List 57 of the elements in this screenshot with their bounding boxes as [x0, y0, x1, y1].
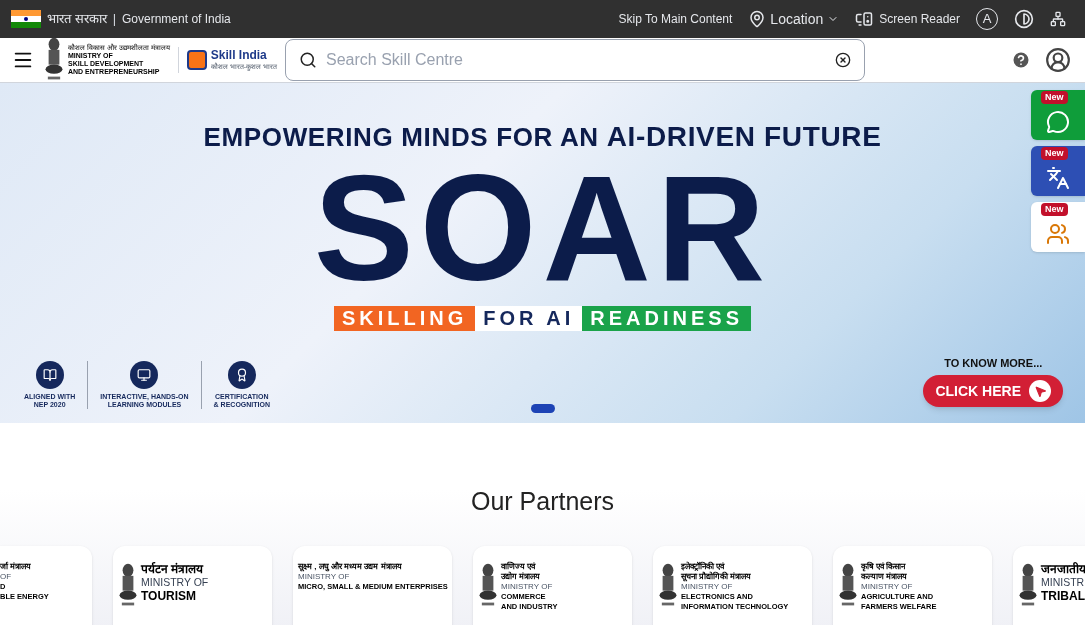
skip-link[interactable]: Skip To Main Content [618, 10, 733, 28]
side-tab[interactable]: New [1031, 146, 1085, 196]
screen-reader-button[interactable]: Screen Reader [855, 10, 960, 28]
skill-india-icon [186, 50, 207, 70]
partners-heading: Our Partners [470, 486, 615, 517]
clear-icon[interactable] [835, 52, 851, 68]
partner-ministry-label: MINISTRY OF [681, 581, 734, 592]
partner-hindi-text: कृषि एवं किसान [861, 561, 907, 572]
partner-hindi-text: र्जा मंत्रालय [0, 561, 33, 572]
partner-ministry-label: MINISTRY OF [141, 575, 209, 589]
know-more-label: TO KNOW MORE... [944, 355, 1043, 371]
partner-hindi-text: पर्यटन मंत्रालय [141, 561, 205, 576]
partner-ministry-label: MINISTR [1041, 575, 1085, 589]
cursor-icon [1029, 380, 1051, 402]
partner-card[interactable]: पर्यटन मंत्रालय MINISTRY OF TOURISM [113, 545, 272, 625]
new-badge: New [1041, 203, 1068, 216]
partner-hindi-text: इलेक्ट्रॉनिकी एवं [681, 561, 725, 572]
tagline-word: SKILLING [333, 306, 476, 331]
side-tab[interactable]: New [1031, 90, 1085, 140]
separator: | [112, 10, 116, 29]
banner-headline: EMPOWERING MINDS FOR AN AI-DRIVEN FUTURE [203, 120, 882, 154]
people-icon [1046, 222, 1070, 246]
badge-icon [227, 361, 256, 389]
india-flag-icon [11, 9, 41, 29]
banner-title: SOAR [313, 158, 772, 298]
monitor-icon [130, 361, 159, 389]
translate-icon [1046, 166, 1070, 190]
partner-hindi-text: कल्याण मंत्रालय [861, 571, 909, 582]
partner-hindi-text: वाणिज्य एवं [501, 561, 537, 571]
search-icon [299, 51, 317, 69]
new-badge: New [1041, 91, 1068, 104]
partner-hindi-text: उद्योग मंत्रालय [501, 571, 542, 582]
speaker-screen-icon [855, 10, 874, 28]
hindi-government-label: भारत सरकार [47, 10, 107, 29]
map-pin-icon [748, 10, 767, 28]
user-account-icon[interactable] [1045, 47, 1071, 73]
partner-ministry-name: TRIBAL [1041, 588, 1085, 604]
partner-ministry-name: TOURISM [141, 588, 198, 604]
partner-hindi-text: सूचना प्रौद्योगिकी मंत्रालय [681, 571, 753, 582]
skill-india-logo: Skill India [210, 49, 268, 62]
partner-hindi-text: सूक्ष्म , लघु और मध्यम उद्यम मंत्रालय [298, 561, 403, 572]
partner-ministry-label: MINISTRY OF [861, 581, 914, 592]
new-badge: New [1041, 147, 1068, 160]
partner-ministry-label: MINISTRY OF [501, 581, 554, 592]
sitemap-icon[interactable] [1050, 11, 1066, 27]
click-here-button[interactable]: CLICK HERE [923, 375, 1063, 407]
help-icon[interactable] [1011, 50, 1031, 70]
search-field[interactable]: Search Skill Centre [285, 39, 865, 81]
chat-bubble-icon [1046, 110, 1070, 134]
partner-ministry-label: OF [0, 571, 13, 582]
tagline-word: READINESS [582, 306, 752, 331]
contrast-icon[interactable] [1014, 9, 1034, 29]
location-dropdown[interactable]: Location [748, 8, 840, 30]
side-tab[interactable]: New [1031, 202, 1085, 252]
partner-ministry-label: MINISTRY OF [298, 571, 351, 582]
book-icon [35, 361, 64, 389]
government-label: Government of India [122, 11, 231, 28]
